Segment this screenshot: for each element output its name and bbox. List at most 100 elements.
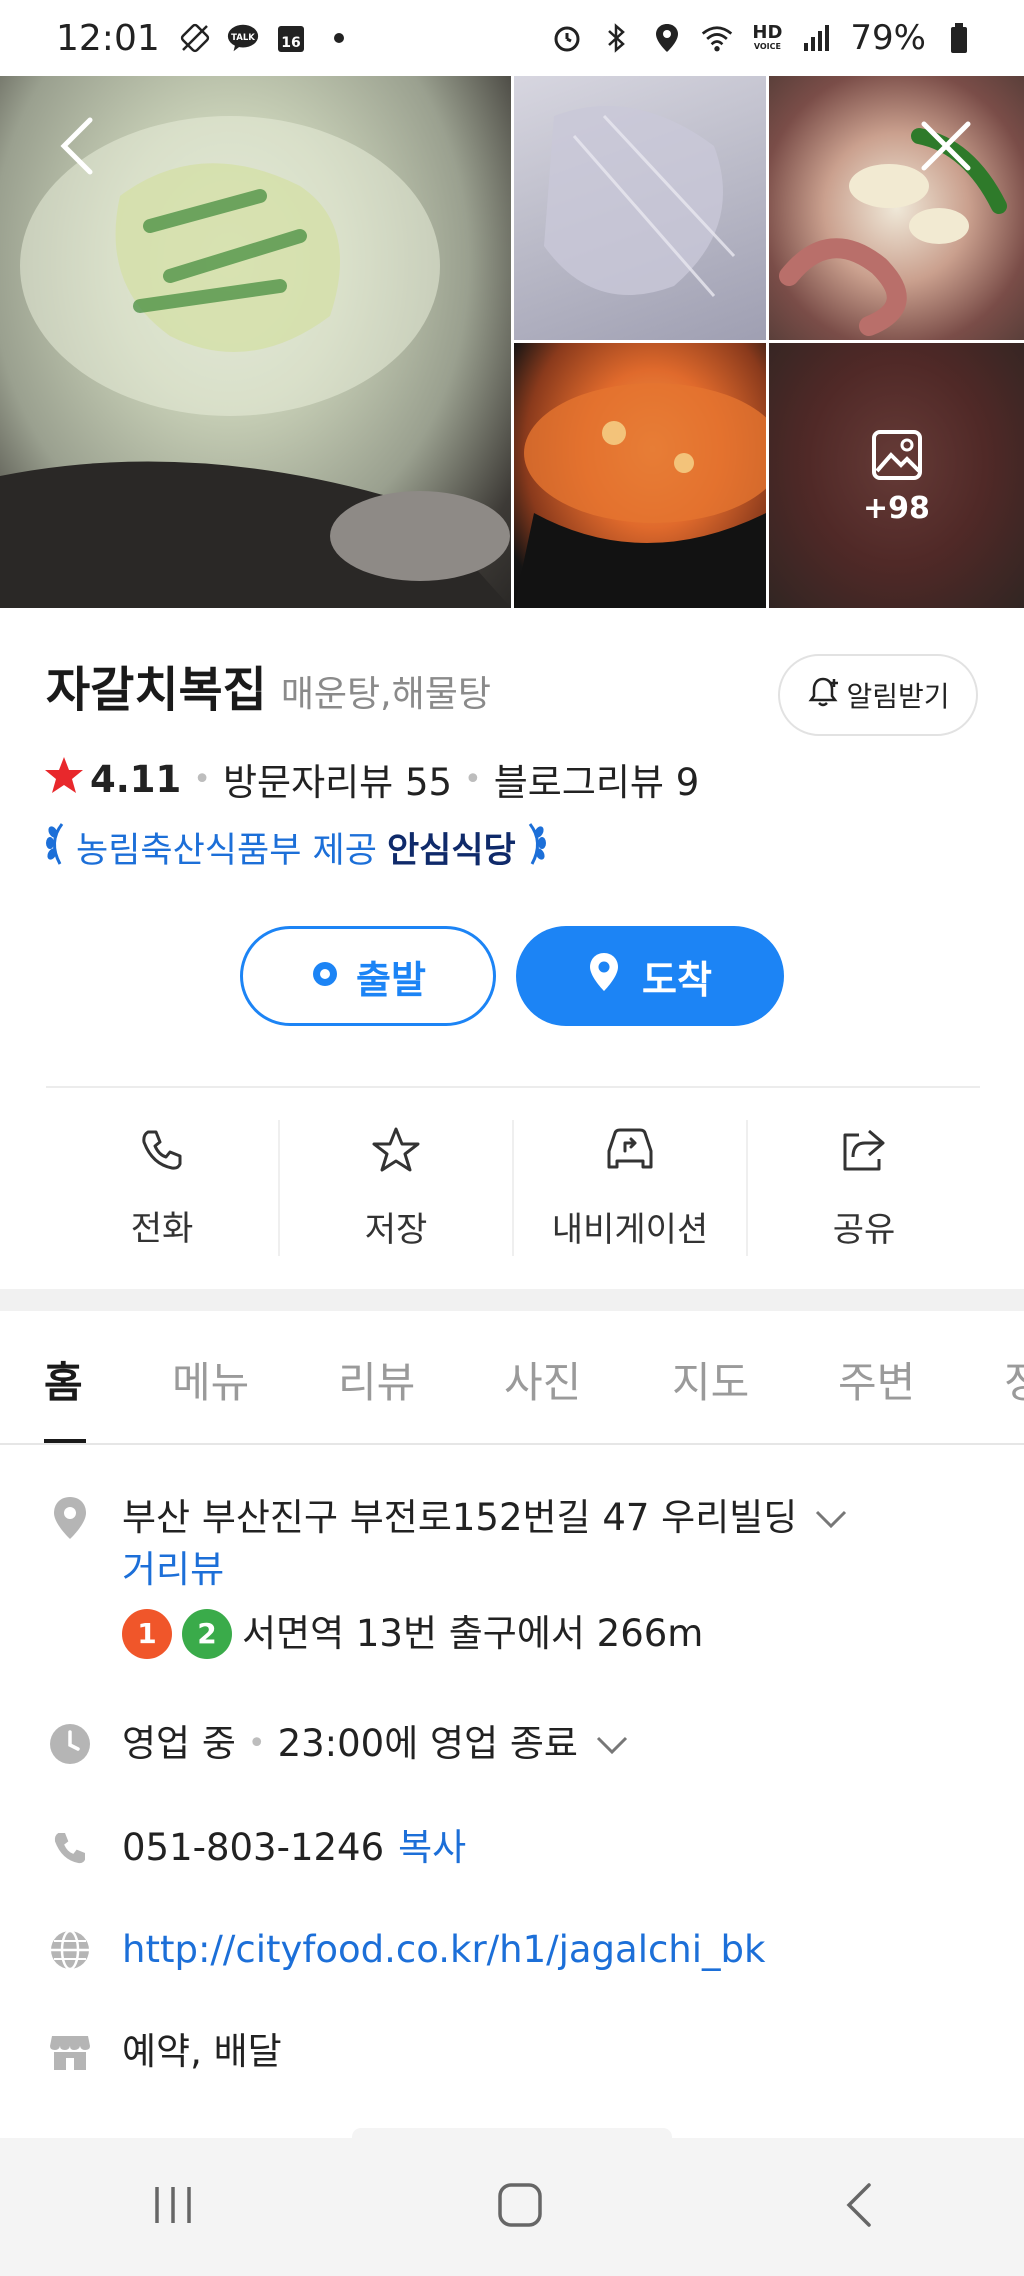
photo-thumb-2[interactable]: [769, 76, 1024, 340]
tab-map[interactable]: 지도: [672, 1349, 749, 1410]
save-label: 저장: [364, 1210, 428, 1250]
cert-provider: 농림축산식품부 제공: [76, 831, 377, 871]
route-buttons: 출발 도착: [240, 926, 784, 1026]
hours-text: 23:00에 영업 종료: [277, 1722, 578, 1765]
tab-bar: 홈 메뉴 리뷰 사진 지도 주변 정: [0, 1311, 1024, 1445]
services-row: 예약, 배달: [46, 2026, 282, 2078]
tab-photos[interactable]: 사진: [504, 1349, 581, 1410]
hours-status: 영업 중: [122, 1722, 236, 1765]
rating-score: 4.11: [90, 757, 182, 801]
blog-reviews-link[interactable]: 블로그리뷰 9: [494, 752, 700, 806]
safe-restaurant-badge[interactable]: 농림축산식품부 제공 안심식당: [44, 820, 548, 875]
section-divider: [0, 1289, 1024, 1311]
recent-apps-button[interactable]: [149, 2183, 197, 2231]
route-start-button[interactable]: 출발: [240, 926, 496, 1026]
location-icon: [650, 21, 684, 55]
save-action[interactable]: 저장: [280, 1120, 514, 1256]
wifi-icon: [700, 21, 734, 55]
phone-icon: [138, 1126, 186, 1183]
system-navigation-bar: [0, 2138, 1024, 2276]
star-filled-icon: [44, 755, 84, 804]
route-start-label: 출발: [356, 957, 426, 1002]
website-link[interactable]: http://cityfood.co.kr/h1/jagalchi_bk: [122, 1928, 765, 1971]
route-destination-label: 도착: [642, 957, 712, 1002]
bluetooth-icon: [600, 21, 634, 55]
rating-row: 4.11 • 방문자리뷰 55 • 블로그리뷰 9: [44, 752, 699, 806]
svg-text:16: 16: [281, 35, 300, 51]
street-view-link[interactable]: 거리뷰: [122, 1544, 849, 1596]
home-button[interactable]: [496, 2181, 544, 2233]
close-icon: [918, 118, 974, 178]
svg-text:TALK: TALK: [231, 33, 255, 43]
store-icon: [46, 2028, 94, 2076]
star-icon: [371, 1125, 421, 1184]
subway-line-1-badge: 1: [122, 1609, 172, 1659]
phone-row: 051-803-1246 복사: [46, 1822, 466, 1874]
photo-thumb-1[interactable]: [514, 76, 766, 340]
laurel-right-icon: [526, 820, 548, 875]
address-text: 부산 부산진구 부전로152번길 47 우리빌딩: [122, 1496, 798, 1539]
phone-icon: [46, 1824, 94, 1872]
more-photos-count: +98: [863, 491, 930, 526]
separator-dot: •: [247, 1726, 266, 1761]
more-photos-overlay[interactable]: +98: [769, 429, 1024, 526]
address-row: 부산 부산진구 부전로152번길 47 우리빌딩 거리뷰 1 2 서면역 13번…: [46, 1492, 849, 1660]
share-icon: [839, 1125, 889, 1184]
active-tab-indicator: [44, 1439, 86, 1443]
tab-menu[interactable]: 메뉴: [172, 1349, 249, 1410]
navigation-label: 내비게이션: [551, 1210, 709, 1250]
photo-thumb-4[interactable]: +98: [769, 343, 1024, 608]
place-name: 자갈치복집: [46, 662, 267, 718]
call-action[interactable]: 전화: [46, 1120, 280, 1256]
car-navigation-icon: [603, 1125, 657, 1184]
share-action[interactable]: 공유: [748, 1120, 980, 1256]
bell-plus-icon: [806, 675, 840, 716]
cert-name: 안심식당: [386, 831, 516, 871]
photo-gallery: +98: [0, 76, 1024, 608]
place-category: 매운탕,해물탕: [280, 674, 491, 715]
phone-number[interactable]: 051-803-1246: [122, 1822, 384, 1874]
call-label: 전화: [130, 1209, 194, 1249]
copy-phone-button[interactable]: 복사: [398, 1822, 466, 1874]
clock-icon: [46, 1720, 94, 1768]
chevron-down-icon: [594, 1718, 630, 1770]
laurel-left-icon: [44, 820, 66, 875]
tab-home[interactable]: 홈: [44, 1349, 83, 1410]
share-label: 공유: [832, 1210, 896, 1250]
origin-dot-icon: [310, 954, 340, 998]
kakaotalk-icon: TALK: [226, 21, 260, 55]
globe-icon: [46, 1926, 94, 1974]
system-back-button[interactable]: [843, 2181, 875, 2233]
tab-more[interactable]: 정: [1004, 1349, 1024, 1410]
separator-dot: •: [464, 761, 482, 797]
status-time: 12:01: [56, 17, 160, 59]
status-bar: 12:01 TALK 16 HD VOICE 79%: [0, 0, 1024, 76]
notification-subscribe-label: 알림받기: [846, 680, 950, 713]
alarm-icon: [550, 21, 584, 55]
route-destination-button[interactable]: 도착: [516, 926, 784, 1026]
navigation-action[interactable]: 내비게이션: [514, 1120, 748, 1256]
map-pin-icon: [588, 952, 620, 1001]
visitor-reviews-link[interactable]: 방문자리뷰 55: [223, 752, 452, 806]
battery-icon: [942, 21, 976, 55]
place-header: 자갈치복집 매운탕,해물탕: [46, 650, 491, 720]
back-button[interactable]: [44, 116, 108, 180]
subway-distance-text: 서면역 13번 출구에서 266m: [242, 1612, 704, 1655]
services-text: 예약, 배달: [122, 2030, 282, 2073]
chevron-down-icon[interactable]: [813, 1492, 849, 1544]
more-notifications-dot-icon: [322, 21, 356, 55]
tab-reviews[interactable]: 리뷰: [338, 1349, 415, 1410]
photo-thumb-3[interactable]: [514, 343, 766, 608]
subway-line-2-badge: 2: [182, 1609, 232, 1659]
chevron-left-icon: [56, 116, 96, 180]
signal-icon: [800, 21, 834, 55]
hours-row[interactable]: 영업 중 • 23:00에 영업 종료: [46, 1718, 630, 1770]
image-icon: [871, 429, 923, 485]
action-bar: 전화 저장 내비게이션 공유: [46, 1120, 980, 1256]
location-pin-icon: [46, 1494, 94, 1542]
battery-percent: 79%: [850, 18, 926, 58]
notification-subscribe-button[interactable]: 알림받기: [778, 654, 978, 736]
close-button[interactable]: [914, 116, 978, 180]
tab-nearby[interactable]: 주변: [838, 1349, 915, 1410]
notification-off-icon: [178, 21, 212, 55]
